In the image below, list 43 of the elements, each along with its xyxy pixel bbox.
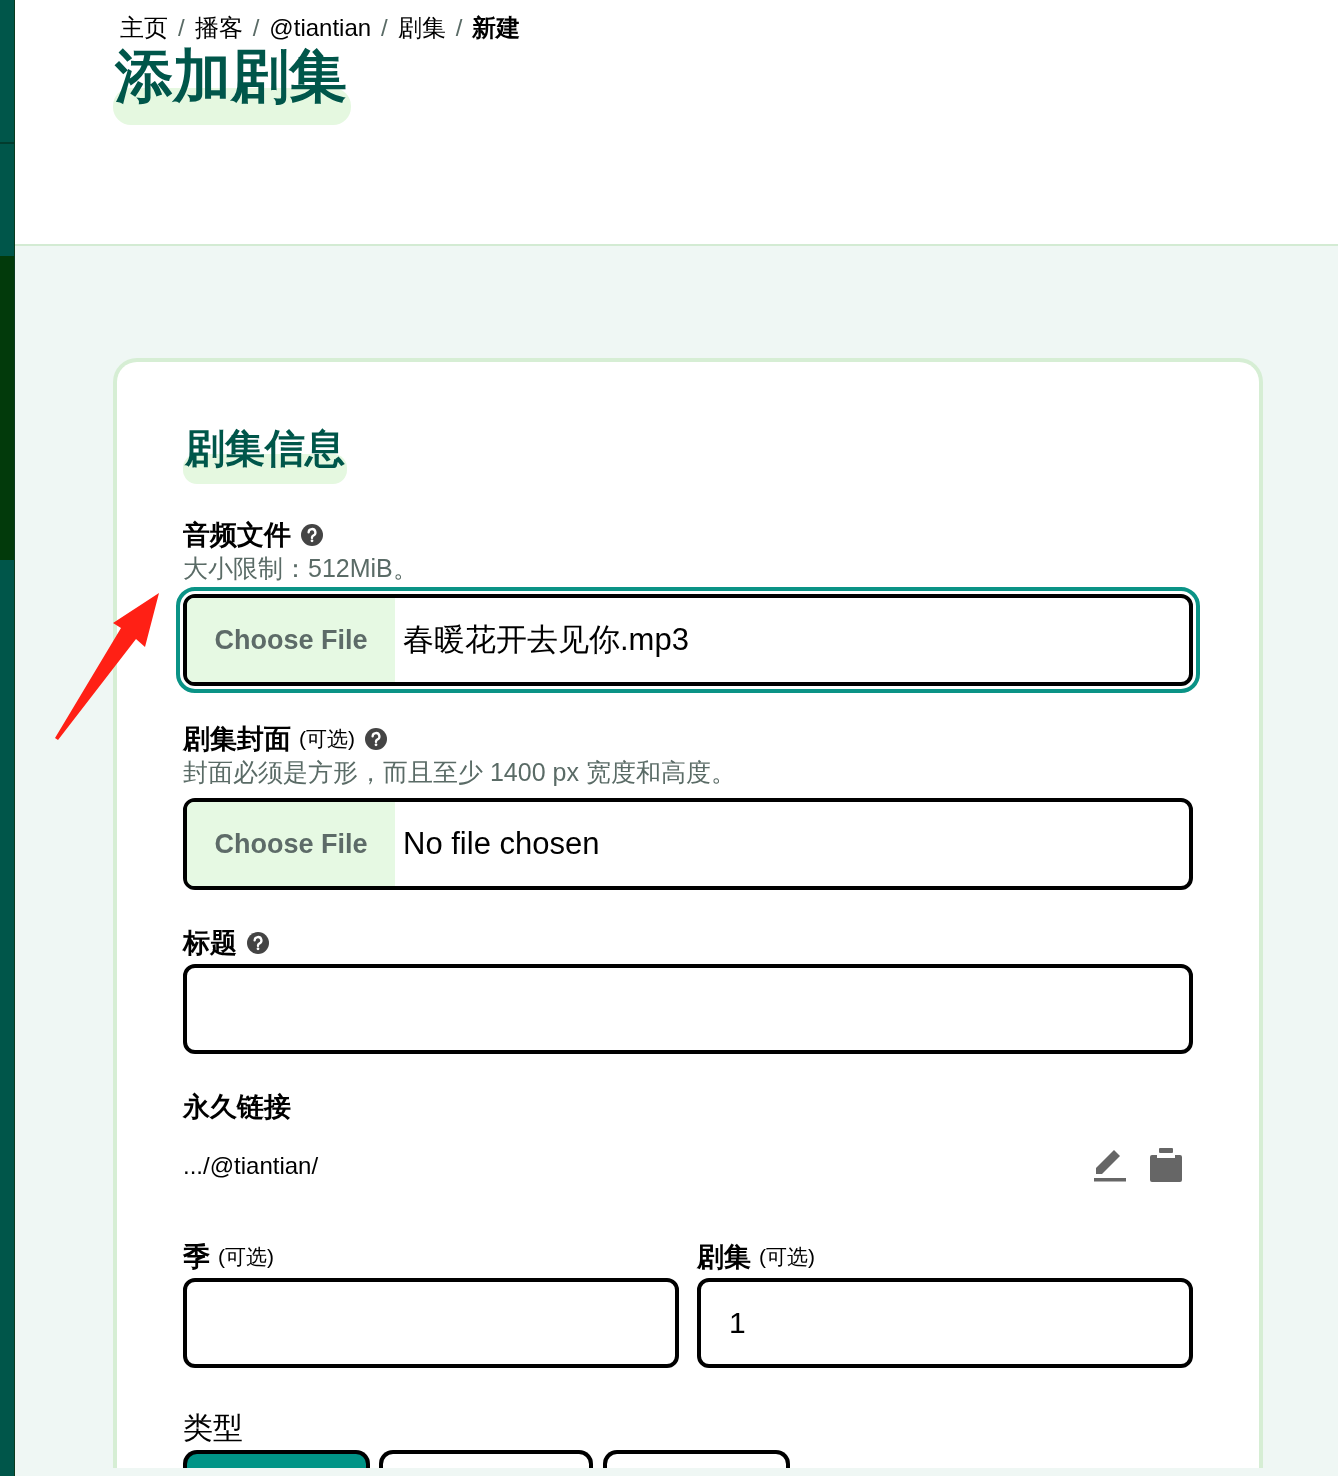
optional-note: (可选) [759,1244,815,1270]
clipboard-icon [1150,1148,1182,1182]
file-name: 春暖花开去见你.mp3 [402,620,689,659]
permalink-text: .../@tiantian/ [183,1150,319,1181]
field-label: 季 [183,1241,210,1274]
field-label: 永久链接 [183,1091,291,1124]
optional-note: (可选) [218,1244,274,1270]
section-title: 剧集信息 [183,424,347,484]
breadcrumb-separator: / [455,13,463,43]
file-name: No file chosen [402,824,600,863]
file-field[interactable]: Choose File 春暖花开去见你.mp3 [176,587,1200,693]
text-input[interactable]: 1 [697,1278,1193,1368]
field-label: 标题 [183,927,237,960]
breadcrumb-separator: / [381,13,388,43]
help-icon[interactable] [365,728,387,750]
text-input[interactable] [183,1278,679,1368]
hint-text: 封面必须是方形，而且至少 1400 px 宽度和高度。 [183,757,737,788]
breadcrumb-link[interactable]: 剧集 [397,12,446,44]
edit-button[interactable] [1093,1148,1127,1183]
field-label: 音频文件 [183,519,291,552]
page-title: 添加剧集 [113,44,351,125]
field-label: 类型 [183,1410,243,1446]
field-label: 剧集 [697,1241,751,1274]
file-field[interactable]: Choose File No file chosen [183,798,1193,890]
field-label: 剧集封面 [183,723,291,756]
type-option[interactable] [603,1450,790,1468]
pencil-icon [1093,1148,1127,1183]
choose-file-button[interactable]: Choose File [187,598,395,682]
type-option[interactable] [379,1450,593,1468]
breadcrumb-link[interactable]: 主页 [120,12,168,44]
type-option[interactable] [183,1450,370,1468]
choose-file-button[interactable]: Choose File [187,802,395,886]
breadcrumb-separator: / [252,13,260,43]
optional-note: (可选) [299,726,355,752]
breadcrumb-separator: / [178,13,185,43]
breadcrumb-link[interactable]: @tiantian [269,12,372,44]
breadcrumb-link[interactable]: 播客 [194,12,243,44]
breadcrumb-current: 新建 [472,13,521,43]
help-icon[interactable] [247,932,269,954]
text-input[interactable] [183,964,1193,1054]
hint-text: 大小限制：512MiB。 [183,553,419,584]
copy-button[interactable] [1150,1148,1182,1183]
help-icon[interactable] [301,524,323,546]
